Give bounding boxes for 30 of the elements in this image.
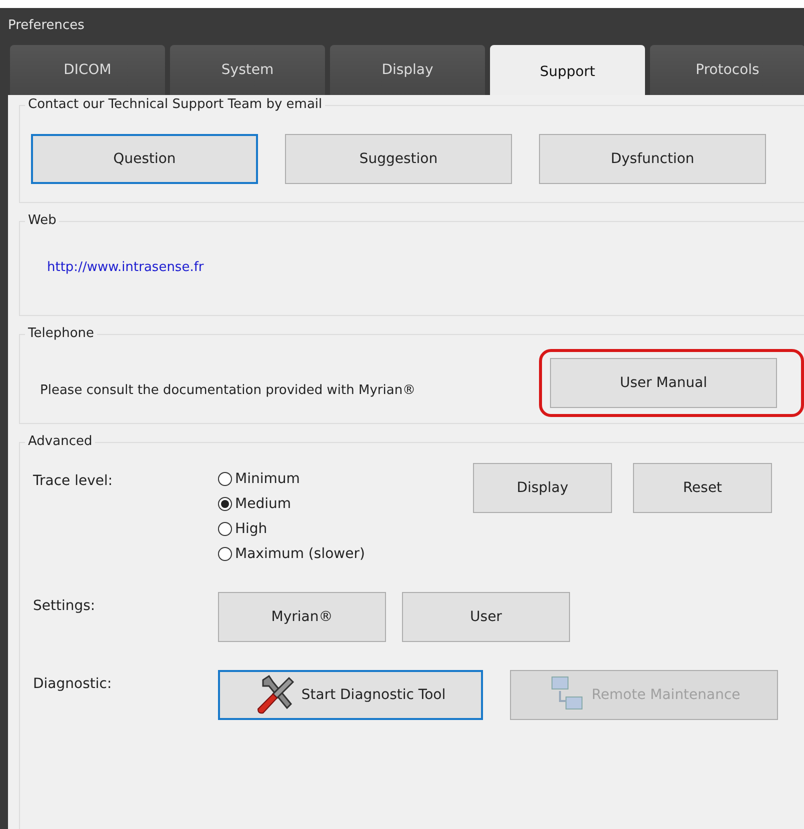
tab[interactable]: DICOM — [10, 45, 165, 95]
group-legend: Contact our Technical Support Team by email — [25, 97, 326, 112]
user-manual-button[interactable]: User Manual — [550, 358, 777, 408]
radio-option[interactable]: Maximum (slower) — [218, 546, 473, 562]
diagnostic-label: Diagnostic: — [33, 675, 113, 692]
trace-button[interactable]: Display — [473, 463, 612, 513]
radio-icon[interactable] — [218, 522, 232, 536]
settings-label: Settings: — [33, 597, 96, 614]
tab[interactable]: Display — [330, 45, 485, 95]
email-button[interactable]: Question — [31, 134, 258, 184]
settings-button[interactable]: User — [402, 592, 570, 642]
group-legend: Telephone — [25, 326, 98, 341]
radio-icon[interactable] — [218, 472, 232, 486]
radio-icon[interactable] — [218, 497, 232, 511]
trace-level-label: Trace level: — [33, 472, 114, 489]
radio-icon[interactable] — [218, 547, 232, 561]
tab[interactable]: Support — [490, 45, 645, 95]
tab[interactable]: Protocols — [650, 45, 804, 95]
email-button[interactable]: Suggestion — [285, 134, 512, 184]
website-link[interactable]: http://www.intrasense.fr — [47, 260, 204, 275]
radio-option[interactable]: Medium — [218, 496, 473, 512]
email-button[interactable]: Dysfunction — [539, 134, 766, 184]
radio-option[interactable]: High — [218, 521, 473, 537]
trace-button[interactable]: Reset — [633, 463, 772, 513]
tab[interactable]: System — [170, 45, 325, 95]
diagnostic-tool-button[interactable]: Start Diagnostic Tool — [218, 670, 483, 720]
settings-button[interactable]: Myrian® — [218, 592, 386, 642]
window-title: Preferences — [8, 18, 84, 32]
radio-option[interactable]: Minimum — [218, 471, 473, 487]
documentation-note: Please consult the documentation provided with Myrian® — [40, 382, 416, 398]
